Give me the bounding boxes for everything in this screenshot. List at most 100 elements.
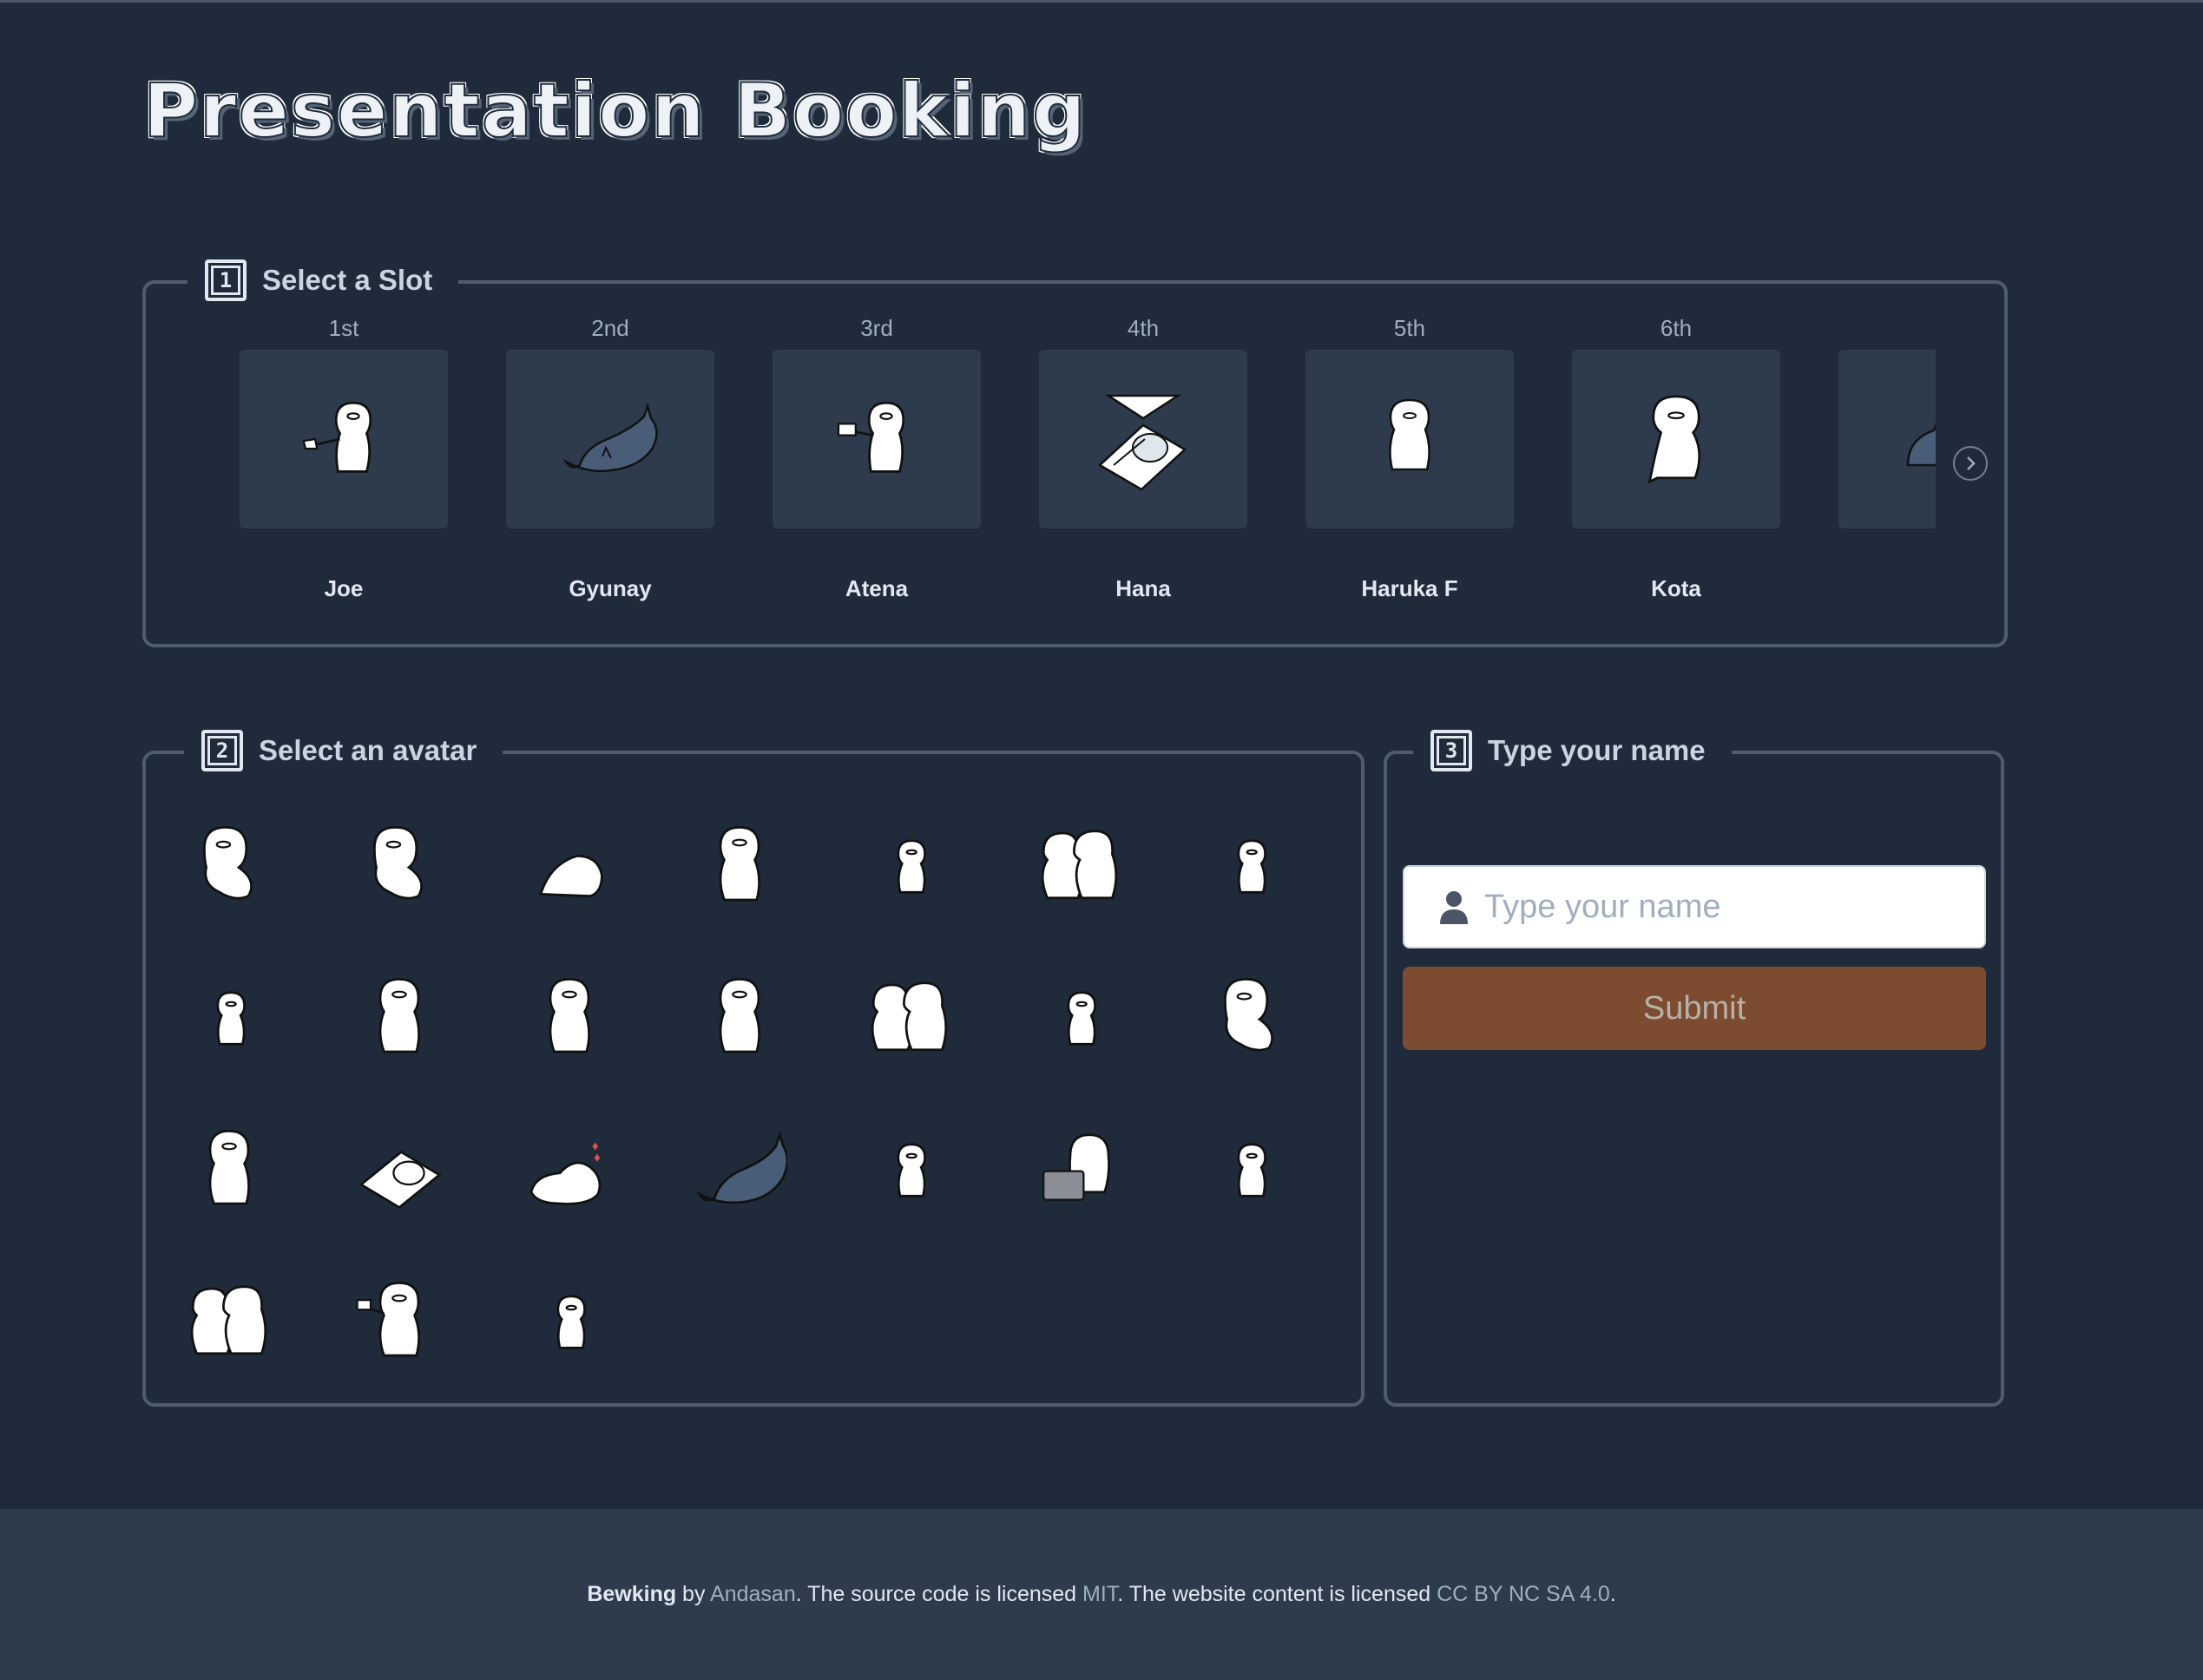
carousel-next-button[interactable]	[1953, 446, 1988, 481]
slot-name: Gyunay	[569, 575, 652, 601]
cat-lying-icon	[1906, 423, 1936, 467]
slot-card[interactable]	[1305, 350, 1514, 528]
name-panel-legend: 3 Type your name	[1413, 730, 1732, 771]
avatar-panel: 2 Select an avatar	[142, 730, 1365, 1407]
slot-panel-title: Select a Slot	[262, 264, 433, 296]
avatar-sticker-icon	[216, 991, 246, 1046]
avatar-option[interactable]	[858, 810, 962, 914]
avatar-option[interactable]	[177, 810, 281, 914]
avatar-sticker-icon	[190, 1285, 267, 1355]
slot-card[interactable]	[773, 350, 981, 528]
avatar-sticker-icon	[719, 978, 760, 1053]
avatar-sticker-icon	[871, 981, 948, 1052]
avatar-sticker-icon	[1041, 830, 1118, 900]
avatar-sticker-icon	[529, 1142, 602, 1205]
avatar-sticker-icon	[373, 826, 423, 900]
slot-card[interactable]	[506, 350, 714, 528]
slot-name: Kota	[1651, 575, 1701, 601]
slot-ordinal: 3rd	[860, 315, 893, 341]
avatar-option[interactable]	[1028, 810, 1132, 914]
page-title: Presentation Booking	[142, 67, 1088, 155]
avatar-panel-legend: 2 Select an avatar	[184, 730, 503, 771]
avatar-option[interactable]	[687, 810, 792, 914]
cc-license-link[interactable]: CC BY NC SA 4.0	[1437, 1582, 1610, 1606]
avatar-option[interactable]	[177, 1113, 281, 1217]
slot-card[interactable]	[1039, 350, 1247, 528]
slot-name: Hana	[1115, 575, 1171, 601]
avatar-panel-title: Select an avatar	[259, 734, 477, 766]
slot-ordinal	[1838, 315, 1936, 350]
slot-5[interactable]: 5th Haruka F	[1305, 315, 1514, 602]
slot-4[interactable]: 4th Hana	[1039, 315, 1247, 602]
slot-card[interactable]	[1572, 350, 1780, 528]
avatar-sticker-icon	[696, 1131, 787, 1204]
slot-ordinal: 5th	[1393, 315, 1426, 341]
avatar-option[interactable]	[517, 1265, 621, 1369]
avatar-sticker-icon	[378, 978, 420, 1053]
step-1-badge: 1	[205, 259, 247, 301]
slot-panel: 1 Select a Slot 1st Joe 2nd Gyunay 3rd A…	[142, 259, 2008, 647]
submit-button[interactable]: Submit	[1403, 967, 1986, 1050]
avatar-sticker-icon	[719, 826, 760, 902]
avatar-sticker-icon	[1237, 839, 1266, 894]
avatar-option[interactable]	[858, 961, 962, 1066]
avatar-option[interactable]	[347, 810, 451, 914]
name-panel: 3 Type your name Submit	[1384, 730, 2004, 1407]
avatar-sticker-icon	[897, 1143, 926, 1198]
slot-name: Joe	[324, 575, 364, 601]
avatar-sticker-icon	[208, 1130, 250, 1205]
slot-card[interactable]	[1838, 350, 1936, 528]
avatar-option[interactable]	[1198, 961, 1302, 1066]
step-3-badge: 3	[1430, 730, 1472, 771]
ghost-standing-icon	[1647, 395, 1701, 484]
author-link[interactable]: Andasan	[710, 1582, 796, 1606]
mit-license-link[interactable]: MIT	[1082, 1582, 1117, 1606]
name-panel-title: Type your name	[1488, 734, 1706, 766]
ghost-standing-icon	[1389, 398, 1430, 471]
avatar-option[interactable]	[1028, 1113, 1132, 1217]
slot-ordinal: 6th	[1660, 315, 1693, 341]
slot-ordinal: 1st	[328, 315, 359, 341]
avatar-sticker-icon	[356, 1282, 420, 1357]
step-2-badge: 2	[201, 730, 243, 771]
ghost-waving-flag-icon	[302, 401, 372, 473]
avatar-option[interactable]	[687, 961, 792, 1066]
name-field[interactable]	[1403, 865, 1986, 948]
avatar-option[interactable]	[1198, 1113, 1302, 1217]
avatar-option[interactable]	[1028, 961, 1132, 1066]
avatar-sticker-icon	[539, 855, 603, 897]
avatar-sticker-icon	[1067, 991, 1096, 1046]
avatar-option[interactable]	[517, 961, 621, 1066]
slot-1[interactable]: 1st Joe	[240, 315, 448, 602]
ghost-in-bed-icon	[1097, 394, 1187, 491]
avatar-option[interactable]	[687, 1113, 792, 1217]
avatar-sticker-icon	[203, 826, 253, 900]
avatar-option[interactable]	[347, 1113, 451, 1217]
avatar-sticker-icon	[549, 978, 590, 1053]
avatar-option[interactable]	[347, 961, 451, 1066]
footer: Bewking by Andasan. The source code is l…	[0, 1509, 2203, 1680]
slot-3[interactable]: 3rd Atena	[773, 315, 981, 602]
ghost-waving-flag-icon	[837, 401, 905, 473]
avatar-option[interactable]	[177, 1265, 281, 1369]
slot-ordinal: 4th	[1127, 315, 1160, 341]
avatar-sticker-icon	[358, 1150, 442, 1210]
slot-name: Atena	[845, 575, 909, 601]
avatar-option[interactable]	[517, 810, 621, 914]
avatar-sticker-icon	[1042, 1133, 1110, 1201]
name-input[interactable]	[1484, 868, 1984, 946]
avatar-option[interactable]	[858, 1113, 962, 1217]
slot-2[interactable]: 2nd Gyunay	[506, 315, 714, 602]
slot-6[interactable]: 6th Kota	[1572, 315, 1780, 602]
avatar-option[interactable]	[517, 1113, 621, 1217]
avatar-option[interactable]	[1198, 810, 1302, 914]
cat-lying-icon	[562, 402, 658, 473]
footer-app-name: Bewking	[587, 1582, 677, 1606]
slot-card[interactable]	[240, 350, 448, 528]
chevron-right-icon	[1967, 456, 1976, 470]
slot-7[interactable]	[1838, 315, 1936, 575]
avatar-option[interactable]	[177, 961, 281, 1066]
slot-panel-legend: 1 Select a Slot	[187, 259, 459, 301]
slot-name: Haruka F	[1361, 575, 1458, 601]
avatar-option[interactable]	[347, 1265, 451, 1369]
